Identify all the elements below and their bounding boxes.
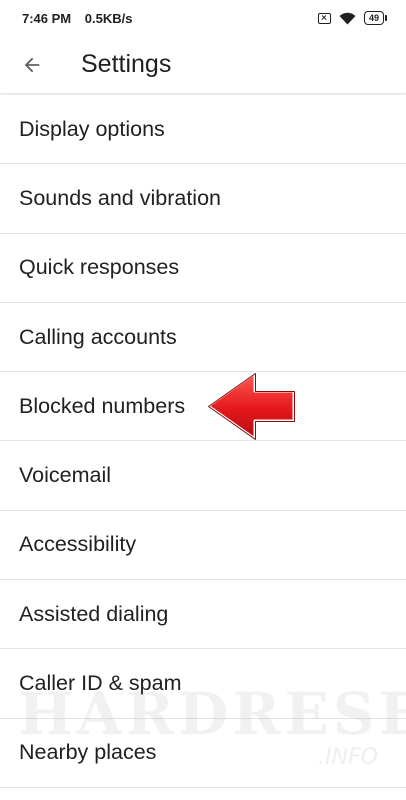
settings-item-label: Quick responses [19, 255, 180, 280]
battery-level: 49 [368, 13, 379, 23]
status-time: 7:46 PM [22, 10, 72, 26]
settings-item-accessibility[interactable]: Accessibility [0, 510, 406, 581]
network-speed: 0.5KB/s [84, 10, 133, 26]
settings-list: Display options Sounds and vibration Qui… [0, 95, 406, 788]
sim-blocked-icon [317, 12, 331, 24]
settings-item-calling-accounts[interactable]: Calling accounts [0, 302, 406, 373]
page-title: Settings [81, 50, 172, 78]
arrow-back-icon [24, 57, 40, 72]
settings-item-label: Blocked numbers [19, 393, 186, 418]
settings-item-blocked-numbers[interactable]: Blocked numbers [0, 372, 406, 442]
status-left: 7:46 PM 0.5KB/s [22, 11, 142, 26]
settings-item-label: Nearby places [19, 740, 157, 765]
settings-item-caller-id-and-spam[interactable]: Caller ID & spam [0, 649, 406, 719]
settings-item-label: Voicemail [19, 463, 112, 488]
status-bar: 7:46 PM 0.5KB/s 49 [0, 0, 406, 36]
status-right: 49 [317, 11, 388, 25]
settings-item-label: Assisted dialing [19, 601, 169, 626]
settings-item-display-options[interactable]: Display options [0, 95, 406, 165]
wifi-icon [339, 12, 356, 24]
settings-item-label: Accessibility [19, 532, 137, 557]
settings-item-label: Display options [19, 116, 165, 141]
settings-item-sounds-and-vibration[interactable]: Sounds and vibration [0, 164, 406, 234]
app-bar: Settings [0, 36, 406, 94]
settings-item-assisted-dialing[interactable]: Assisted dialing [0, 580, 406, 650]
settings-item-quick-responses[interactable]: Quick responses [0, 233, 406, 303]
settings-item-nearby-places[interactable]: Nearby places [0, 718, 406, 788]
settings-item-label: Sounds and vibration [19, 185, 222, 210]
settings-item-label: Calling accounts [19, 324, 177, 349]
settings-item-label: Caller ID & spam [19, 671, 182, 696]
settings-item-voicemail[interactable]: Voicemail [0, 441, 406, 511]
red-pointer-arrow-icon [206, 371, 296, 441]
battery-icon: 49 [363, 11, 388, 25]
back-button[interactable] [17, 50, 47, 80]
